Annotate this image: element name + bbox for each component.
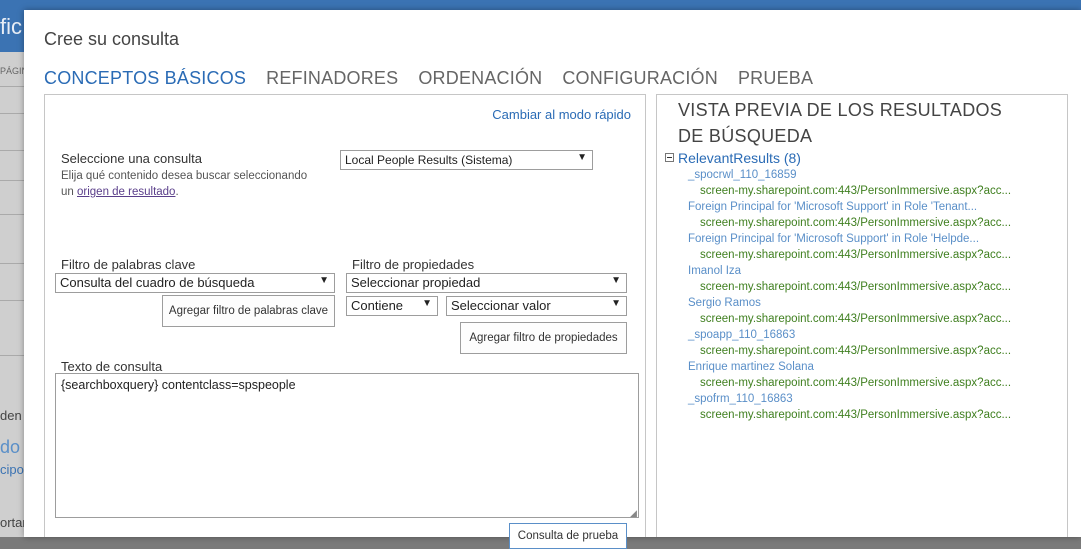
chevron-down-icon: ▼ — [611, 298, 621, 309]
tab-basics[interactable]: CONCEPTOS BÁSICOS — [44, 68, 246, 89]
result-url: screen-my.sharepoint.com:443/PersonImmer… — [700, 345, 1012, 357]
property-select-value: Seleccionar propiedad — [351, 275, 481, 290]
collapse-minus-icon[interactable] — [665, 153, 674, 162]
select-query-hint: Elija qué contenido desea buscar selecci… — [61, 168, 321, 200]
property-select[interactable]: Seleccionar propiedad ▼ — [346, 273, 627, 293]
result-url: screen-my.sharepoint.com:443/PersonImmer… — [700, 377, 1012, 389]
result-url: screen-my.sharepoint.com:443/PersonImmer… — [700, 313, 1012, 325]
result-item: Enrique martinez Solana screen-my.sharep… — [688, 359, 1067, 391]
result-url: screen-my.sharepoint.com:443/PersonImmer… — [700, 409, 1012, 421]
operator-select[interactable]: Contiene ▼ — [346, 296, 438, 316]
result-item: Foreign Principal for 'Microsoft Support… — [688, 199, 1067, 231]
value-select[interactable]: Seleccionar valor ▼ — [446, 296, 627, 316]
background-header-text: fic — [0, 14, 22, 39]
resize-grip-icon[interactable]: ◢ — [630, 509, 638, 518]
result-title[interactable]: Imanol Iza — [688, 263, 1067, 279]
result-item: Imanol Iza screen-my.sharepoint.com:443/… — [688, 263, 1067, 295]
background-divider — [0, 355, 24, 356]
result-item: Foreign Principal for 'Microsoft Support… — [688, 231, 1067, 263]
value-select-value: Seleccionar valor — [451, 298, 551, 313]
test-query-button[interactable]: Consulta de prueba — [509, 523, 627, 549]
result-url: screen-my.sharepoint.com:443/PersonImmer… — [700, 217, 1012, 229]
background-divider — [0, 300, 24, 301]
result-source-value: Local People Results (Sistema) — [345, 153, 513, 167]
result-title[interactable]: Sergio Ramos — [688, 295, 1067, 311]
relevant-results-group[interactable]: RelevantResults (8) — [665, 150, 801, 166]
background-text: cipo — [0, 462, 24, 477]
select-query-label: Seleccione una consulta — [61, 151, 202, 166]
background-divider — [0, 86, 24, 87]
build-query-dialog: Cree su consulta CONCEPTOS BÁSICOS REFIN… — [24, 10, 1081, 549]
result-item: _spocrwl_110_16859 screen-my.sharepoint.… — [688, 167, 1067, 199]
hint-text-end: . — [175, 186, 179, 198]
result-item: _spofrm_110_16863 screen-my.sharepoint.c… — [688, 391, 1067, 423]
result-title[interactable]: _spoapp_110_16863 — [688, 327, 1067, 343]
add-keyword-filter-button[interactable]: Agregar filtro de palabras clave — [162, 295, 335, 327]
background-divider — [0, 180, 24, 181]
background-divider — [0, 263, 24, 264]
result-title[interactable]: Foreign Principal for 'Microsoft Support… — [688, 199, 1067, 215]
result-item: _spoapp_110_16863 screen-my.sharepoint.c… — [688, 327, 1067, 359]
result-url: screen-my.sharepoint.com:443/PersonImmer… — [700, 249, 1012, 261]
background-divider — [0, 214, 24, 215]
result-source-select[interactable]: Local People Results (Sistema) ▼ — [340, 150, 593, 170]
result-title[interactable]: _spocrwl_110_16859 — [688, 167, 1067, 183]
results-list: _spocrwl_110_16859 screen-my.sharepoint.… — [688, 167, 1067, 423]
result-source-link[interactable]: origen de resultado — [77, 186, 175, 198]
tab-bar: CONCEPTOS BÁSICOS REFINADORES ORDENACIÓN… — [44, 68, 833, 89]
result-title[interactable]: Enrique martinez Solana — [688, 359, 1067, 375]
query-text-value: {searchboxquery} contentclass=spspeople — [61, 378, 296, 392]
tab-refiners[interactable]: REFINADORES — [266, 68, 398, 89]
query-builder-panel: Cambiar al modo rápido Seleccione una co… — [44, 94, 646, 549]
keyword-filter-value: Consulta del cuadro de búsqueda — [60, 275, 255, 290]
tab-sorting[interactable]: ORDENACIÓN — [418, 68, 542, 89]
property-filter-label: Filtro de propiedades — [352, 257, 475, 272]
chevron-down-icon: ▼ — [611, 275, 621, 286]
keyword-filter-label: Filtro de palabras clave — [61, 257, 196, 272]
search-results-preview-panel: VISTA PREVIA DE LOS RESULTADOS DE BÚSQUE… — [656, 94, 1068, 537]
query-text-label: Texto de consulta — [61, 359, 163, 374]
dialog-title: Cree su consulta — [44, 29, 180, 49]
chevron-down-icon: ▼ — [319, 275, 329, 286]
quick-mode-link[interactable]: Cambiar al modo rápido — [492, 107, 631, 122]
chevron-down-icon: ▼ — [422, 298, 432, 309]
tab-test[interactable]: PRUEBA — [738, 68, 813, 89]
results-group-label: RelevantResults (8) — [678, 150, 801, 166]
tab-settings[interactable]: CONFIGURACIÓN — [562, 68, 718, 89]
operator-value: Contiene — [351, 298, 404, 313]
query-text-area[interactable]: {searchboxquery} contentclass=spspeople … — [55, 373, 639, 518]
add-property-filter-button[interactable]: Agregar filtro de propiedades — [460, 322, 627, 354]
preview-title: VISTA PREVIA DE LOS RESULTADOS DE BÚSQUE… — [678, 100, 1003, 146]
result-title[interactable]: Foreign Principal for 'Microsoft Support… — [688, 231, 1067, 247]
keyword-filter-select[interactable]: Consulta del cuadro de búsqueda ▼ — [55, 273, 335, 293]
result-url: screen-my.sharepoint.com:443/PersonImmer… — [700, 281, 1012, 293]
result-url: screen-my.sharepoint.com:443/PersonImmer… — [700, 185, 1012, 197]
background-divider — [0, 113, 24, 114]
result-title[interactable]: _spofrm_110_16863 — [688, 391, 1067, 407]
result-item: Sergio Ramos screen-my.sharepoint.com:44… — [688, 295, 1067, 327]
background-divider — [0, 150, 24, 151]
chevron-down-icon: ▼ — [577, 152, 587, 163]
